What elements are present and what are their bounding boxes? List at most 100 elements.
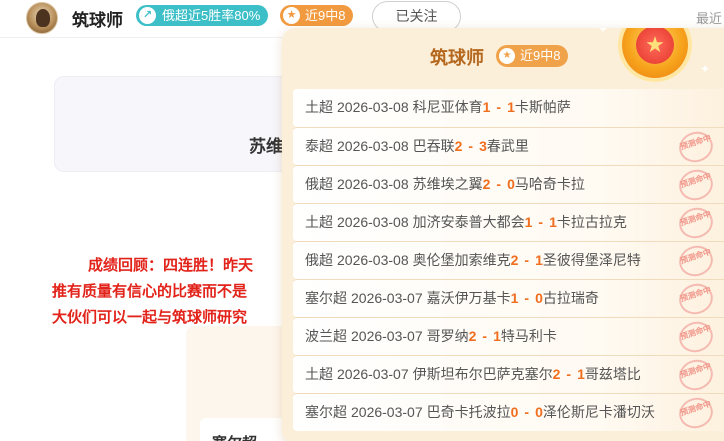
match-league: 俄超 bbox=[305, 176, 333, 192]
match-row[interactable]: 塞尔超 2026-03-07 巴奇卡托波拉0-0泽伦斯尼卡潘切沃 预测命中 bbox=[293, 393, 724, 431]
match-date: 2026-03-08 bbox=[337, 214, 409, 230]
match-home-score: 2 bbox=[468, 328, 477, 344]
recap-line: 成绩回顾：四连胜！昨天 bbox=[88, 257, 254, 274]
match-date: 2026-03-07 bbox=[351, 290, 423, 306]
match-home-score: 2 bbox=[454, 138, 463, 154]
match-away-score: 3 bbox=[479, 138, 487, 154]
match-away-score: 1 bbox=[577, 366, 585, 382]
match-home-team: 苏维埃之翼 bbox=[412, 176, 483, 192]
match-home-team: 奥伦堡加索维克 bbox=[412, 252, 511, 268]
match-away-team: 哥兹塔比 bbox=[584, 366, 641, 382]
article-card-title: 苏维 bbox=[249, 137, 283, 156]
trend-up-icon: ↗ bbox=[139, 7, 156, 24]
match-home-score: 2 bbox=[510, 252, 519, 268]
match-home-score: 1 bbox=[510, 290, 519, 306]
match-league: 土超 bbox=[305, 99, 333, 115]
match-league: 塞尔超 bbox=[305, 290, 347, 306]
hit-stamp-icon: 预测命中 bbox=[675, 356, 717, 393]
star-icon: ★ bbox=[499, 48, 515, 64]
score-separator: - bbox=[468, 138, 474, 154]
match-home-score: 1 bbox=[482, 99, 491, 115]
avatar[interactable] bbox=[26, 2, 58, 34]
medal-icon: ★ bbox=[622, 28, 688, 78]
match-home-team: 科尼亚体育 bbox=[412, 99, 483, 115]
recent-label[interactable]: 最近 bbox=[696, 8, 722, 27]
match-away-team: 泽伦斯尼卡潘切沃 bbox=[542, 404, 655, 420]
star-icon: ★ bbox=[283, 7, 300, 24]
match-home-team: 哥罗纳 bbox=[426, 328, 469, 344]
match-home-score: 0 bbox=[510, 404, 519, 420]
match-row[interactable]: 俄超 2026-03-08 苏维埃之翼2-0马哈奇卡拉 预测命中 bbox=[293, 165, 724, 203]
match-away-score: 1 bbox=[493, 328, 501, 344]
match-away-score: 1 bbox=[535, 252, 543, 268]
record-popup: ✦ ✦ ★ 筑球师 ★ 近9中8 土超 2026-03-08 科尼亚体育1-1卡斯帕… bbox=[282, 28, 724, 441]
match-away-team: 马哈奇卡拉 bbox=[514, 176, 585, 192]
match-date: 2026-03-07 bbox=[337, 366, 409, 382]
match-away-team: 卡斯帕萨 bbox=[514, 99, 571, 115]
score-separator: - bbox=[524, 290, 530, 306]
match-home-team: 伊斯坦布尔巴萨克塞尔 bbox=[412, 366, 553, 382]
win-rate-text: 俄超近5胜率80% bbox=[162, 8, 261, 23]
match-league: 土超 bbox=[305, 214, 333, 230]
match-away-team: 卡拉古拉克 bbox=[556, 214, 627, 230]
popup-streak-badge: ★ 近9中8 bbox=[496, 45, 569, 67]
match-date: 2026-03-07 bbox=[351, 328, 423, 344]
match-date: 2026-03-08 bbox=[337, 252, 409, 268]
match-away-team: 特马利卡 bbox=[500, 328, 557, 344]
match-row[interactable]: 塞尔超 2026-03-07 嘉沃伊万基卡1-0古拉瑞奇 预测命中 bbox=[293, 279, 724, 317]
score-separator: - bbox=[496, 176, 502, 192]
match-home-score: 1 bbox=[524, 214, 533, 230]
match-result-list: 土超 2026-03-08 科尼亚体育1-1卡斯帕萨 泰超 2026-03-08 巴吞联… bbox=[293, 89, 724, 431]
match-row[interactable]: 土超 2026-03-08 加济安泰普大都会1-1卡拉古拉克 预测命中 bbox=[293, 203, 724, 241]
match-row[interactable]: 波兰超 2026-03-07 哥罗纳2-1特马利卡 预测命中 bbox=[293, 317, 724, 355]
match-row[interactable]: 泰超 2026-03-08 巴吞联2-3春武里 预测命中 bbox=[293, 127, 724, 165]
score-separator: - bbox=[524, 404, 530, 420]
match-home-score: 2 bbox=[552, 366, 561, 382]
match-row[interactable]: 土超 2026-03-07 伊斯坦布尔巴萨克塞尔2-1哥兹塔比 预测命中 bbox=[293, 355, 724, 393]
match-league: 塞尔超 bbox=[305, 404, 347, 420]
match-away-score: 0 bbox=[535, 290, 543, 306]
sparkle-icon: ✦ bbox=[598, 28, 609, 36]
score-separator: - bbox=[566, 366, 572, 382]
match-card-league: 塞尔超 bbox=[212, 432, 257, 441]
match-league: 波兰超 bbox=[305, 328, 347, 344]
hit-stamp-icon: 预测命中 bbox=[675, 166, 717, 203]
match-away-score: 0 bbox=[535, 404, 543, 420]
score-separator: - bbox=[538, 214, 544, 230]
hit-stamp-icon: 预测命中 bbox=[675, 242, 717, 279]
match-away-team: 圣彼得堡泽尼特 bbox=[542, 252, 641, 268]
streak-badge: ★ 近9中8 bbox=[280, 5, 354, 26]
match-away-team: 春武里 bbox=[486, 138, 529, 154]
match-date: 2026-03-07 bbox=[351, 404, 423, 420]
score-separator: - bbox=[482, 328, 488, 344]
win-rate-badge: ↗ 俄超近5胜率80% bbox=[136, 5, 269, 26]
score-separator: - bbox=[496, 99, 502, 115]
star-icon: ★ bbox=[636, 28, 674, 64]
match-date: 2026-03-08 bbox=[337, 176, 409, 192]
popup-title: 筑球师 bbox=[430, 48, 484, 68]
match-home-team: 加济安泰普大都会 bbox=[412, 214, 525, 230]
recap-line: 推有质量有信心的比赛而不是 bbox=[52, 283, 248, 300]
recap-text: 成绩回顾：四连胜！昨天 推有质量有信心的比赛而不是 大伙们可以一起与筑球师研究 bbox=[52, 253, 292, 331]
match-league: 泰超 bbox=[305, 138, 333, 154]
hit-stamp-icon: 预测命中 bbox=[675, 394, 717, 431]
match-date: 2026-03-08 bbox=[337, 99, 409, 115]
match-away-score: 1 bbox=[507, 99, 515, 115]
match-row[interactable]: 俄超 2026-03-08 奥伦堡加索维克2-1圣彼得堡泽尼特 预测命中 bbox=[293, 241, 724, 279]
streak-text: 近9中8 bbox=[305, 8, 346, 23]
hit-stamp-icon: 预测命中 bbox=[675, 280, 717, 317]
match-home-team: 嘉沃伊万基卡 bbox=[426, 290, 511, 306]
match-away-score: 1 bbox=[549, 214, 557, 230]
match-home-team: 巴吞联 bbox=[412, 138, 455, 154]
match-date: 2026-03-08 bbox=[337, 138, 409, 154]
score-separator: - bbox=[524, 252, 530, 268]
sparkle-icon: ✦ bbox=[700, 62, 711, 76]
match-league: 俄超 bbox=[305, 252, 333, 268]
match-home-score: 2 bbox=[482, 176, 491, 192]
match-league: 土超 bbox=[305, 366, 333, 382]
match-away-team: 古拉瑞奇 bbox=[542, 290, 599, 306]
popup-streak-text: 近9中8 bbox=[520, 48, 561, 63]
match-row[interactable]: 土超 2026-03-08 科尼亚体育1-1卡斯帕萨 bbox=[293, 89, 724, 127]
author-name[interactable]: 筑球师 bbox=[72, 6, 123, 31]
hit-stamp-icon: 预测命中 bbox=[675, 128, 717, 165]
